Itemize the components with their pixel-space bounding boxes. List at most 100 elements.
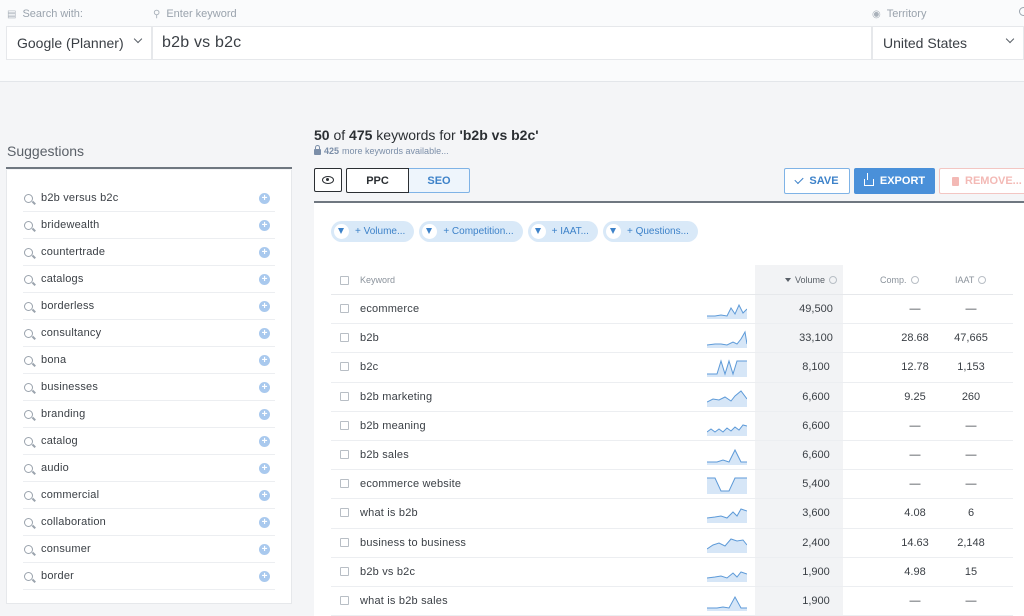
suggestion-item[interactable]: bridewealth + bbox=[23, 212, 275, 239]
filter-chip[interactable]: + IAAT... bbox=[527, 221, 598, 242]
filter-icon bbox=[530, 224, 546, 239]
tab-seo[interactable]: SEO bbox=[409, 168, 470, 193]
settings-icon[interactable] bbox=[1019, 7, 1024, 16]
plus-icon[interactable]: + bbox=[259, 409, 270, 420]
suggestion-item[interactable]: catalog + bbox=[23, 428, 275, 455]
keyword-cell: b2b marketing bbox=[360, 390, 433, 403]
row-checkbox[interactable] bbox=[340, 449, 349, 459]
suggestion-item[interactable]: countertrade + bbox=[23, 239, 275, 266]
table-row[interactable]: b2b sales 6,600— — bbox=[331, 441, 1013, 471]
volume-cell: 3,600 bbox=[802, 507, 830, 520]
table-row[interactable]: business to business 2,400 14.63 2,148 bbox=[331, 529, 1013, 558]
list-icon: ▤ bbox=[7, 8, 17, 20]
suggestion-item[interactable]: borderless + bbox=[23, 293, 275, 320]
plus-icon[interactable]: + bbox=[259, 355, 270, 366]
suggestion-item[interactable]: audio + bbox=[23, 455, 275, 482]
volume-cell: 1,900 bbox=[802, 594, 830, 607]
row-checkbox[interactable] bbox=[340, 391, 349, 401]
toggle-columns-button[interactable] bbox=[314, 168, 342, 192]
info-icon[interactable] bbox=[829, 276, 838, 284]
keyword-input-value: b2b vs b2c bbox=[162, 34, 242, 51]
plus-icon[interactable]: + bbox=[259, 220, 270, 231]
table-row[interactable]: b2b meaning 6,600— — bbox=[331, 412, 1013, 441]
row-checkbox[interactable] bbox=[340, 333, 349, 343]
header-comp[interactable]: Comp. bbox=[880, 265, 919, 295]
table-row[interactable]: what is b2b sales 1,900— — bbox=[331, 587, 1013, 616]
plus-icon[interactable]: + bbox=[259, 571, 270, 582]
plus-icon[interactable]: + bbox=[259, 301, 270, 312]
engine-select[interactable]: Google (Planner) bbox=[6, 26, 152, 60]
keyword-cell: b2b bbox=[360, 332, 379, 345]
keyword-input[interactable]: b2b vs b2c bbox=[152, 26, 872, 60]
table-row[interactable]: b2b 33,100 28.68 47,665 bbox=[331, 324, 1013, 354]
suggestion-label: collaboration bbox=[41, 516, 106, 528]
chevron-down-icon bbox=[1005, 34, 1015, 44]
plus-icon[interactable]: + bbox=[259, 274, 270, 285]
header-iaat[interactable]: IAAT bbox=[955, 265, 987, 295]
plus-icon[interactable]: + bbox=[259, 544, 270, 555]
iaat-cell: 6 bbox=[967, 507, 975, 520]
suggestion-item[interactable]: consumer + bbox=[23, 536, 275, 563]
trend-sparkline bbox=[707, 595, 747, 611]
suggestion-item[interactable]: commercial + bbox=[23, 482, 275, 509]
row-checkbox[interactable] bbox=[340, 537, 349, 547]
export-button[interactable]: EXPORT bbox=[854, 168, 935, 194]
suggestion-label: catalog bbox=[41, 435, 78, 447]
suggestion-item[interactable]: branding + bbox=[23, 401, 275, 428]
suggestion-item[interactable]: bona + bbox=[23, 347, 275, 374]
header-keyword[interactable]: Keyword bbox=[360, 265, 395, 295]
info-icon[interactable] bbox=[910, 276, 919, 284]
suggestion-item[interactable]: catalogs + bbox=[23, 266, 275, 293]
info-icon[interactable] bbox=[978, 276, 987, 284]
table-header: Keyword Volume Comp. IAAT bbox=[331, 265, 1013, 295]
save-button[interactable]: SAVE bbox=[784, 168, 850, 194]
row-checkbox[interactable] bbox=[340, 479, 349, 489]
filter-chip[interactable]: + Competition... bbox=[419, 221, 523, 242]
plus-icon[interactable]: + bbox=[259, 517, 270, 528]
plus-icon[interactable]: + bbox=[259, 247, 270, 258]
row-checkbox[interactable] bbox=[340, 566, 349, 576]
table-row[interactable]: ecommerce 49,500— — bbox=[331, 295, 1013, 325]
search-icon bbox=[24, 274, 33, 284]
plus-icon[interactable]: + bbox=[259, 463, 270, 474]
table-row[interactable]: what is b2b 3,600 4.08 6 bbox=[331, 499, 1013, 529]
plus-icon[interactable]: + bbox=[259, 193, 270, 204]
filter-chip[interactable]: + Questions... bbox=[602, 221, 698, 242]
tab-ppc[interactable]: PPC bbox=[346, 168, 409, 193]
plus-icon[interactable]: + bbox=[259, 328, 270, 339]
row-checkbox[interactable] bbox=[340, 508, 349, 518]
table-body: ecommerce 49,500— — b2b 33,100 28.68 47,665 b2c… bbox=[331, 295, 1013, 616]
plus-icon[interactable]: + bbox=[259, 436, 270, 447]
table-row[interactable]: ecommerce website 5,400— — bbox=[331, 470, 1013, 500]
row-checkbox[interactable] bbox=[340, 304, 349, 313]
keyword-cell: b2b sales bbox=[360, 448, 409, 461]
suggestion-item[interactable]: border + bbox=[23, 563, 275, 590]
table-row[interactable]: b2b vs b2c 1,900 4.98 15 bbox=[331, 558, 1013, 587]
header-volume[interactable]: Volume bbox=[785, 265, 838, 295]
divider bbox=[6, 167, 292, 169]
search-bar: ▤ Search with: ⚲ Enter keyword ◉ Territo… bbox=[0, 0, 1024, 82]
suggestion-item[interactable]: consultancy + bbox=[23, 320, 275, 347]
trend-sparkline bbox=[707, 424, 747, 436]
search-icon bbox=[24, 517, 33, 527]
select-all-checkbox[interactable] bbox=[340, 265, 349, 295]
row-checkbox[interactable] bbox=[340, 595, 349, 605]
plus-icon[interactable]: + bbox=[259, 382, 270, 393]
plus-icon[interactable]: + bbox=[259, 490, 270, 501]
row-checkbox[interactable] bbox=[340, 420, 349, 430]
territory-select[interactable]: United States bbox=[872, 26, 1024, 60]
suggestion-item[interactable]: businesses + bbox=[23, 374, 275, 401]
row-checkbox[interactable] bbox=[340, 362, 349, 372]
remove-button[interactable]: REMOVE... bbox=[939, 168, 1024, 194]
suggestion-item[interactable]: collaboration + bbox=[23, 509, 275, 536]
volume-cell: 2,400 bbox=[802, 536, 830, 549]
search-icon bbox=[24, 247, 33, 257]
table-row[interactable]: b2b marketing 6,600 9.25 260 bbox=[331, 383, 1013, 412]
keyword-cell: b2b vs b2c bbox=[360, 565, 416, 578]
suggestion-item[interactable]: b2b versus b2c + bbox=[23, 185, 275, 212]
filter-chips: + Volume... + Competition... + IAAT... + Qu… bbox=[331, 221, 698, 242]
results-title: 50 of 475 keywords for 'b2b vs b2c' bbox=[314, 127, 539, 143]
filter-chip[interactable]: + Volume... bbox=[331, 221, 415, 242]
more-keywords-note[interactable]: 425 more keywords available... bbox=[314, 145, 449, 156]
table-row[interactable]: b2c 8,100 12.78 1,153 bbox=[331, 353, 1013, 383]
